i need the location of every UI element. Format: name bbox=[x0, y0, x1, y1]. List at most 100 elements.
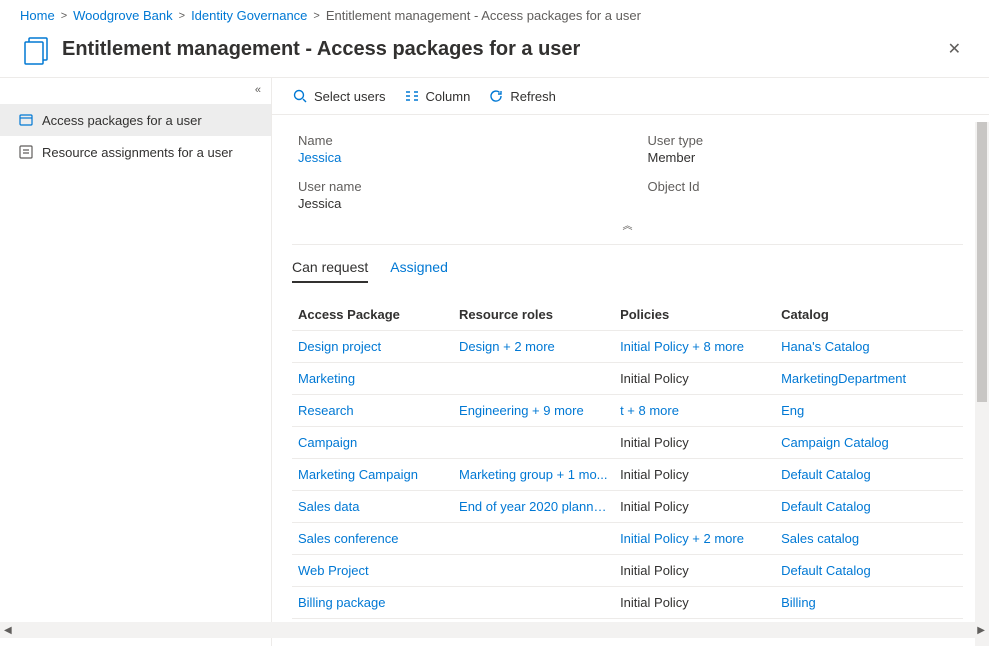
username-value: Jessica bbox=[298, 196, 608, 211]
cell-resource-roles[interactable]: Engineering + 9 more bbox=[453, 395, 614, 427]
tab-can-request[interactable]: Can request bbox=[292, 259, 368, 283]
sidebar-item-resource-assignments[interactable]: Resource assignments for a user bbox=[0, 136, 271, 168]
toolbar: Select users Column Refresh bbox=[272, 78, 989, 115]
package-icon bbox=[18, 112, 34, 128]
toolbar-label: Select users bbox=[314, 89, 386, 104]
col-catalog[interactable]: Catalog bbox=[775, 299, 963, 331]
cell-access-package[interactable]: Research bbox=[292, 395, 453, 427]
chevron-right-icon: > bbox=[313, 10, 319, 22]
cell-resource-roles bbox=[453, 587, 614, 619]
collapse-sidebar-button[interactable]: « bbox=[255, 84, 261, 96]
cell-resource-roles bbox=[453, 523, 614, 555]
columns-icon bbox=[404, 88, 420, 104]
table-row[interactable]: ResearchEngineering + 9 moret + 8 moreEn… bbox=[292, 395, 963, 427]
tab-assigned[interactable]: Assigned bbox=[390, 259, 448, 283]
access-packages-table: Access Package Resource roles Policies C… bbox=[272, 299, 983, 639]
cell-resource-roles[interactable]: End of year 2020 plannin... bbox=[453, 491, 614, 523]
content-scroll[interactable]: Name Jessica User type Member User name … bbox=[272, 115, 989, 646]
cell-policies[interactable]: Initial Policy + 2 more bbox=[614, 523, 775, 555]
cell-catalog[interactable]: Billing bbox=[775, 587, 963, 619]
breadcrumb: Home > Woodgrove Bank > Identity Governa… bbox=[0, 0, 989, 29]
usertype-value: Member bbox=[648, 150, 958, 165]
cell-policies: Initial Policy bbox=[614, 427, 775, 459]
cell-resource-roles bbox=[453, 363, 614, 395]
cell-access-package[interactable]: Marketing bbox=[292, 363, 453, 395]
cell-policies: Initial Policy bbox=[614, 555, 775, 587]
table-row[interactable]: Design projectDesign + 2 moreInitial Pol… bbox=[292, 331, 963, 363]
chevron-double-left-icon: « bbox=[255, 84, 261, 96]
cell-resource-roles bbox=[453, 555, 614, 587]
cell-resource-roles bbox=[453, 427, 614, 459]
cell-catalog[interactable]: Campaign Catalog bbox=[775, 427, 963, 459]
cell-access-package[interactable]: Campaign bbox=[292, 427, 453, 459]
breadcrumb-idgov[interactable]: Identity Governance bbox=[191, 8, 307, 23]
cell-catalog[interactable]: MarketingDepartment bbox=[775, 363, 963, 395]
cell-catalog[interactable]: Default Catalog bbox=[775, 459, 963, 491]
usertype-label: User type bbox=[648, 133, 958, 148]
table-row[interactable]: Billing package Initial PolicyBilling bbox=[292, 587, 963, 619]
sidebar-item-access-packages[interactable]: Access packages for a user bbox=[0, 104, 271, 136]
cell-policies: Initial Policy bbox=[614, 587, 775, 619]
breadcrumb-current: Entitlement management - Access packages… bbox=[326, 8, 641, 23]
select-users-button[interactable]: Select users bbox=[292, 88, 386, 104]
cell-access-package[interactable]: Sales data bbox=[292, 491, 453, 523]
col-policies[interactable]: Policies bbox=[614, 299, 775, 331]
cell-access-package[interactable]: Marketing Campaign bbox=[292, 459, 453, 491]
cell-catalog[interactable]: Eng bbox=[775, 395, 963, 427]
collapse-details-button[interactable]: ︽ bbox=[298, 211, 957, 234]
cell-policies: Initial Policy bbox=[614, 363, 775, 395]
main-panel: Select users Column Refresh Name bbox=[272, 78, 989, 646]
cell-resource-roles[interactable]: Marketing group + 1 mo... bbox=[453, 459, 614, 491]
column-button[interactable]: Column bbox=[404, 88, 471, 104]
chevron-double-up-icon: ︽ bbox=[623, 221, 633, 232]
col-access-package[interactable]: Access Package bbox=[292, 299, 453, 331]
cell-policies[interactable]: t + 8 more bbox=[614, 395, 775, 427]
chevron-right-icon: > bbox=[179, 10, 185, 22]
entitlement-icon bbox=[20, 33, 52, 65]
cell-access-package[interactable]: Sales conference bbox=[292, 523, 453, 555]
sidebar: « Access packages for a user Resource as… bbox=[0, 78, 272, 646]
col-resource-roles[interactable]: Resource roles bbox=[453, 299, 614, 331]
cell-access-package[interactable]: Billing package bbox=[292, 587, 453, 619]
cell-catalog[interactable]: Default Catalog bbox=[775, 491, 963, 523]
breadcrumb-org[interactable]: Woodgrove Bank bbox=[73, 8, 173, 23]
cell-catalog[interactable]: Default Catalog bbox=[775, 555, 963, 587]
assignment-icon bbox=[18, 144, 34, 160]
cell-policies: Initial Policy bbox=[614, 491, 775, 523]
table-row[interactable]: Campaign Initial PolicyCampaign Catalog bbox=[292, 427, 963, 459]
cell-catalog[interactable]: Hana's Catalog bbox=[775, 331, 963, 363]
search-icon bbox=[292, 88, 308, 104]
table-row[interactable]: Marketing CampaignMarketing group + 1 mo… bbox=[292, 459, 963, 491]
scrollbar-thumb[interactable] bbox=[977, 122, 987, 402]
vertical-scrollbar[interactable] bbox=[975, 122, 989, 646]
refresh-icon bbox=[488, 88, 504, 104]
cell-access-package[interactable]: Web Project bbox=[292, 555, 453, 587]
breadcrumb-home[interactable]: Home bbox=[20, 8, 55, 23]
table-row[interactable]: Marketing Initial PolicyMarketingDepartme… bbox=[292, 363, 963, 395]
table-row[interactable]: Web Project Initial PolicyDefault Catalog bbox=[292, 555, 963, 587]
cell-catalog[interactable]: Sales catalog bbox=[775, 523, 963, 555]
objectid-label: Object Id bbox=[648, 179, 958, 194]
scroll-right-icon[interactable]: ▶ bbox=[975, 625, 987, 636]
page-header: Entitlement management - Access packages… bbox=[0, 29, 989, 78]
cell-policies: Initial Policy bbox=[614, 459, 775, 491]
close-icon: ✕ bbox=[948, 41, 961, 58]
table-row[interactable]: Sales dataEnd of year 2020 plannin...Ini… bbox=[292, 491, 963, 523]
table-row[interactable]: Sales conference Initial Policy + 2 moreS… bbox=[292, 523, 963, 555]
name-value[interactable]: Jessica bbox=[298, 150, 608, 165]
username-label: User name bbox=[298, 179, 608, 194]
horizontal-scrollbar[interactable]: ◀ ▶ bbox=[0, 622, 989, 638]
sidebar-item-label: Access packages for a user bbox=[42, 113, 202, 128]
cell-policies[interactable]: Initial Policy + 8 more bbox=[614, 331, 775, 363]
scroll-left-icon[interactable]: ◀ bbox=[2, 625, 14, 636]
refresh-button[interactable]: Refresh bbox=[488, 88, 556, 104]
user-details: Name Jessica User type Member User name … bbox=[272, 115, 983, 238]
close-button[interactable]: ✕ bbox=[940, 35, 969, 63]
cell-resource-roles[interactable]: Design + 2 more bbox=[453, 331, 614, 363]
name-label: Name bbox=[298, 133, 608, 148]
tabs: Can request Assigned bbox=[272, 245, 983, 283]
chevron-right-icon: > bbox=[61, 10, 67, 22]
page-title: Entitlement management - Access packages… bbox=[62, 38, 940, 61]
sidebar-item-label: Resource assignments for a user bbox=[42, 145, 233, 160]
cell-access-package[interactable]: Design project bbox=[292, 331, 453, 363]
